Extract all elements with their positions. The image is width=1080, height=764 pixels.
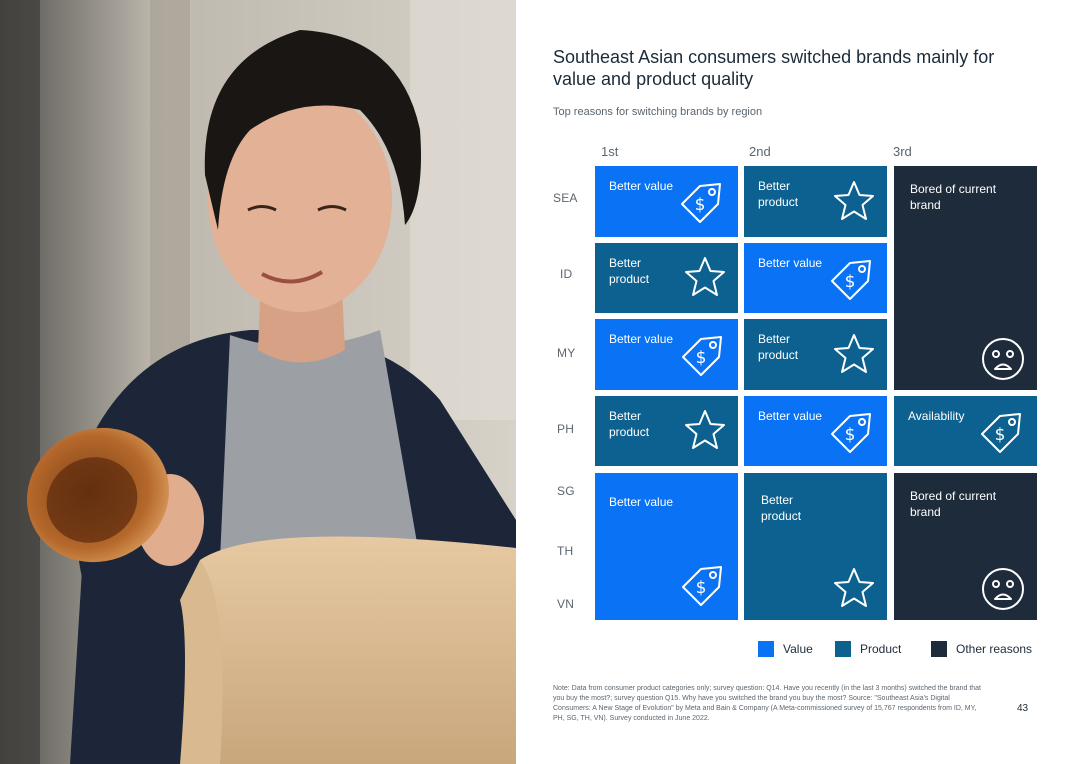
cell-sea-id-my-3rd: Bored of current brand — [894, 166, 1037, 390]
star-icon — [834, 334, 874, 373]
legend-swatch-value — [758, 641, 774, 657]
star-icon — [834, 181, 874, 220]
price-tag-icon: $ — [831, 413, 871, 453]
cell-label: Better product — [758, 179, 799, 209]
cell-label: Better value — [609, 495, 674, 509]
cell-label: Better value — [758, 256, 823, 270]
svg-text:$: $ — [845, 425, 856, 445]
legend-label: Value — [783, 642, 813, 656]
column-header-2nd: 2nd — [749, 144, 771, 159]
legend-label: Product — [860, 642, 902, 656]
column-header-3rd: 3rd — [893, 144, 912, 159]
cell-id-1st: Better product — [595, 243, 738, 313]
row-header-my: MY — [557, 346, 576, 360]
price-tag-icon: $ — [682, 336, 722, 376]
cell-label: Bored of current brand — [910, 182, 997, 212]
star-icon — [685, 410, 725, 449]
cell-label: Better value — [609, 179, 674, 193]
cell-my-1st: Better value $ — [595, 319, 738, 390]
legend-swatch-other — [931, 641, 947, 657]
cell-ph-1st: Better product — [595, 396, 738, 466]
cell-label: Better value — [609, 332, 674, 346]
price-tag-icon: $ — [681, 183, 721, 223]
column-header-1st: 1st — [601, 144, 619, 159]
price-tag-icon: $ — [682, 566, 722, 606]
svg-text:$: $ — [995, 425, 1006, 445]
price-tag-icon: $ — [981, 413, 1021, 453]
cell-ph-3rd: Availability $ — [894, 396, 1037, 466]
legend-item-product: Product — [835, 640, 901, 658]
cell-my-2nd: Better product — [744, 319, 887, 390]
cell-label: Better product — [761, 493, 802, 523]
row-header-vn: VN — [557, 597, 575, 611]
cell-label: Better product — [758, 332, 799, 362]
row-header-th: TH — [557, 544, 574, 558]
svg-text:$: $ — [845, 272, 856, 292]
cell-label: Availability — [908, 409, 965, 423]
cell-sea-1st: Better value $ — [595, 166, 738, 237]
woman-opening-package-image — [0, 0, 516, 764]
row-header-sg: SG — [557, 484, 575, 498]
cell-label: Better product — [609, 409, 650, 439]
page-title: Southeast Asian consumers switched brand… — [553, 47, 995, 89]
star-icon — [834, 568, 874, 607]
cell-sg-th-vn-3rd: Bored of current brand — [894, 473, 1037, 620]
row-header-sea: SEA — [553, 191, 578, 205]
price-tag-icon: $ — [831, 260, 871, 300]
row-header-id: ID — [560, 267, 573, 281]
cell-label: Better value — [758, 409, 823, 423]
cell-sg-th-vn-2nd: Better product — [744, 473, 887, 620]
legend-item-other: Other reasons — [931, 640, 1032, 658]
star-icon — [685, 257, 725, 296]
cell-sg-th-vn-1st: Better value $ — [595, 473, 738, 620]
cell-ph-2nd: Better value $ — [744, 396, 887, 466]
legend-swatch-product — [835, 641, 851, 657]
footnote: Note: Data from consumer product categor… — [553, 685, 981, 722]
legend-item-value: Value — [758, 640, 813, 658]
cell-label: Bored of current brand — [910, 489, 997, 519]
cell-sea-2nd: Better product — [744, 166, 887, 237]
svg-text:$: $ — [695, 195, 706, 215]
hero-photo — [0, 0, 516, 764]
page-number: 43 — [1017, 703, 1029, 714]
chart-subtitle: Top reasons for switching brands by regi… — [553, 106, 763, 118]
frown-face-icon — [982, 568, 1024, 610]
cell-label: Better product — [609, 256, 650, 286]
svg-text:$: $ — [696, 348, 707, 368]
legend-label: Other reasons — [956, 642, 1033, 656]
frown-face-icon — [982, 338, 1024, 380]
row-header-ph: PH — [557, 422, 575, 436]
cell-id-2nd: Better value $ — [744, 243, 887, 313]
svg-text:$: $ — [696, 578, 707, 598]
